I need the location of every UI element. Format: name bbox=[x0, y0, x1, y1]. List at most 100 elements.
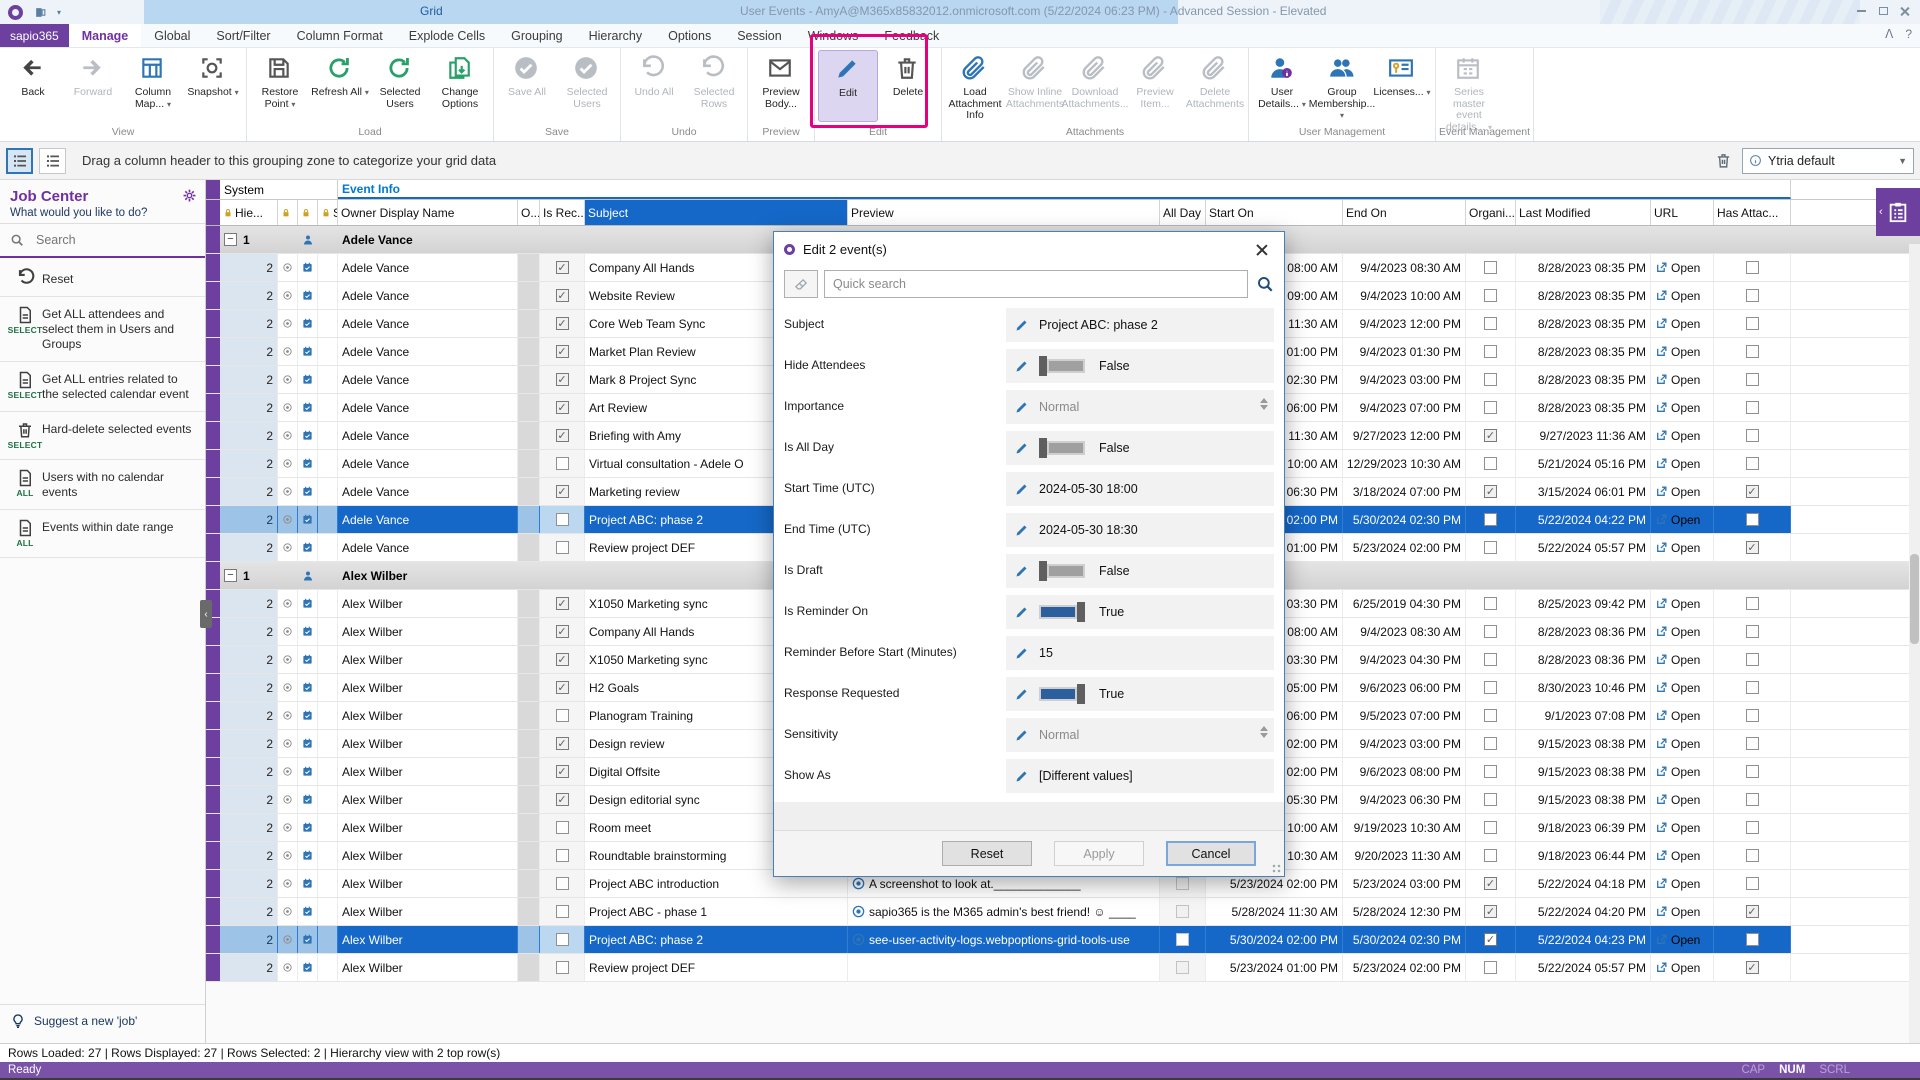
checkbox[interactable]: ✓ bbox=[555, 597, 569, 610]
checkbox[interactable] bbox=[1484, 681, 1497, 694]
checkbox[interactable] bbox=[1745, 597, 1759, 610]
checkbox[interactable] bbox=[1484, 849, 1497, 862]
checkbox[interactable]: ✓ bbox=[555, 793, 569, 806]
checkbox[interactable]: ✓ bbox=[555, 737, 569, 750]
cell-isrec[interactable] bbox=[540, 842, 585, 869]
checkbox[interactable]: ✓ bbox=[555, 625, 569, 638]
sidebar-collapse-handle[interactable]: ‹ bbox=[200, 600, 212, 628]
checkbox[interactable] bbox=[1745, 681, 1759, 694]
maximize-button[interactable] bbox=[1876, 5, 1890, 17]
checkbox[interactable] bbox=[1745, 401, 1759, 414]
cell-hasatt[interactable] bbox=[1714, 926, 1791, 953]
cell-hasatt[interactable] bbox=[1714, 618, 1791, 645]
open-link[interactable]: Open bbox=[1651, 310, 1714, 337]
checkbox[interactable] bbox=[1176, 961, 1189, 974]
toggle-switch[interactable] bbox=[1039, 438, 1085, 458]
help-icon[interactable]: ? bbox=[1905, 27, 1912, 41]
cell-org[interactable] bbox=[1466, 758, 1516, 785]
cell-isrec[interactable] bbox=[540, 926, 585, 953]
suggest-job-button[interactable]: Suggest a new 'job' bbox=[0, 1004, 205, 1037]
cell-hasatt[interactable] bbox=[1714, 422, 1791, 449]
cell-org[interactable] bbox=[1466, 814, 1516, 841]
cell-isrec[interactable]: ✓ bbox=[540, 646, 585, 673]
cell-org[interactable]: ✓ bbox=[1466, 870, 1516, 897]
field-value-box[interactable]: 2024-05-30 18:00 bbox=[1006, 472, 1274, 506]
group-membership--button[interactable]: Group Membership... ▾ bbox=[1309, 50, 1375, 122]
column-header-subject[interactable]: Subject bbox=[585, 200, 848, 225]
cell-org[interactable] bbox=[1466, 954, 1516, 981]
checkbox[interactable] bbox=[1745, 345, 1759, 358]
checkbox[interactable] bbox=[1745, 289, 1759, 302]
cell-hasatt[interactable] bbox=[1714, 254, 1791, 281]
cell-isrec[interactable]: ✓ bbox=[540, 618, 585, 645]
scrollbar-thumb[interactable] bbox=[1910, 554, 1919, 644]
open-link[interactable]: Open bbox=[1651, 422, 1714, 449]
checkbox[interactable]: ✓ bbox=[1745, 905, 1759, 918]
field-value-box[interactable]: 2024-05-30 18:30 bbox=[1006, 513, 1274, 547]
open-link[interactable]: Open bbox=[1651, 926, 1714, 953]
tab-manage[interactable]: Manage bbox=[68, 24, 142, 47]
checkbox[interactable]: ✓ bbox=[555, 681, 569, 694]
dialog-title-bar[interactable]: Edit 2 event(s) bbox=[774, 232, 1284, 266]
field-value-box[interactable]: False bbox=[1006, 431, 1274, 465]
change-options-button[interactable]: Change Options bbox=[430, 50, 490, 122]
open-link[interactable]: Open bbox=[1651, 590, 1714, 617]
checkbox[interactable] bbox=[1484, 541, 1497, 554]
cell-org[interactable] bbox=[1466, 506, 1516, 533]
quick-search-input[interactable] bbox=[824, 270, 1248, 298]
tab-hierarchy[interactable]: Hierarchy bbox=[576, 24, 656, 47]
checkbox[interactable] bbox=[1745, 373, 1759, 386]
checkbox[interactable] bbox=[1745, 653, 1759, 666]
checkbox[interactable]: ✓ bbox=[555, 261, 569, 274]
cell-org[interactable] bbox=[1466, 338, 1516, 365]
checkbox[interactable] bbox=[1484, 401, 1497, 414]
checkbox[interactable]: ✓ bbox=[555, 485, 569, 498]
checkbox[interactable]: ✓ bbox=[555, 401, 569, 414]
cell-hasatt[interactable] bbox=[1714, 366, 1791, 393]
checkbox[interactable]: ✓ bbox=[555, 289, 569, 302]
checkbox[interactable] bbox=[1745, 793, 1759, 806]
cell-org[interactable] bbox=[1466, 702, 1516, 729]
cell-hasatt[interactable] bbox=[1714, 758, 1791, 785]
open-link[interactable]: Open bbox=[1651, 366, 1714, 393]
resize-grip[interactable] bbox=[1272, 864, 1282, 874]
checkbox[interactable] bbox=[555, 905, 569, 918]
cell-hasatt[interactable] bbox=[1714, 730, 1791, 757]
cell-org[interactable] bbox=[1466, 394, 1516, 421]
checkbox[interactable] bbox=[1745, 821, 1759, 834]
tab-explode-cells[interactable]: Explode Cells bbox=[396, 24, 498, 47]
cell-isrec[interactable] bbox=[540, 898, 585, 925]
tab-column-format[interactable]: Column Format bbox=[284, 24, 396, 47]
field-value-box[interactable]: Normal bbox=[1006, 718, 1274, 752]
checkbox[interactable] bbox=[1745, 933, 1759, 946]
checkbox[interactable] bbox=[555, 961, 569, 974]
checkbox[interactable] bbox=[1176, 905, 1189, 918]
open-link[interactable]: Open bbox=[1651, 282, 1714, 309]
checkbox[interactable] bbox=[1484, 961, 1497, 974]
cell-org[interactable] bbox=[1466, 310, 1516, 337]
cell-org[interactable] bbox=[1466, 254, 1516, 281]
cell-hasatt[interactable] bbox=[1714, 590, 1791, 617]
table-row[interactable]: 2 Alex Wilber Project ABC: phase 2 see-user… bbox=[206, 926, 1920, 954]
cell-isrec[interactable]: ✓ bbox=[540, 730, 585, 757]
cell-hasatt[interactable]: ✓ bbox=[1714, 954, 1791, 981]
column-header-hasatt[interactable]: Has Attac... bbox=[1714, 200, 1791, 225]
toggle-switch[interactable] bbox=[1039, 602, 1085, 622]
open-link[interactable]: Open bbox=[1651, 786, 1714, 813]
cell-org[interactable] bbox=[1466, 450, 1516, 477]
column-header-end[interactable]: End On bbox=[1343, 200, 1466, 225]
cell-isrec[interactable]: ✓ bbox=[540, 394, 585, 421]
cell-hasatt[interactable] bbox=[1714, 506, 1791, 533]
checkbox[interactable] bbox=[1745, 877, 1759, 890]
open-link[interactable]: Open bbox=[1651, 506, 1714, 533]
checkbox[interactable] bbox=[1745, 317, 1759, 330]
cell-hasatt[interactable] bbox=[1714, 450, 1791, 477]
pencil-icon[interactable] bbox=[1014, 564, 1029, 579]
back-button[interactable]: Back bbox=[3, 50, 63, 122]
checkbox[interactable]: ✓ bbox=[1745, 485, 1759, 498]
cell-org[interactable] bbox=[1466, 842, 1516, 869]
checkbox[interactable] bbox=[1484, 373, 1497, 386]
snapshot-button[interactable]: Snapshot ▾ bbox=[183, 50, 243, 122]
checkbox[interactable] bbox=[555, 513, 569, 526]
checkbox[interactable]: ✓ bbox=[555, 653, 569, 666]
